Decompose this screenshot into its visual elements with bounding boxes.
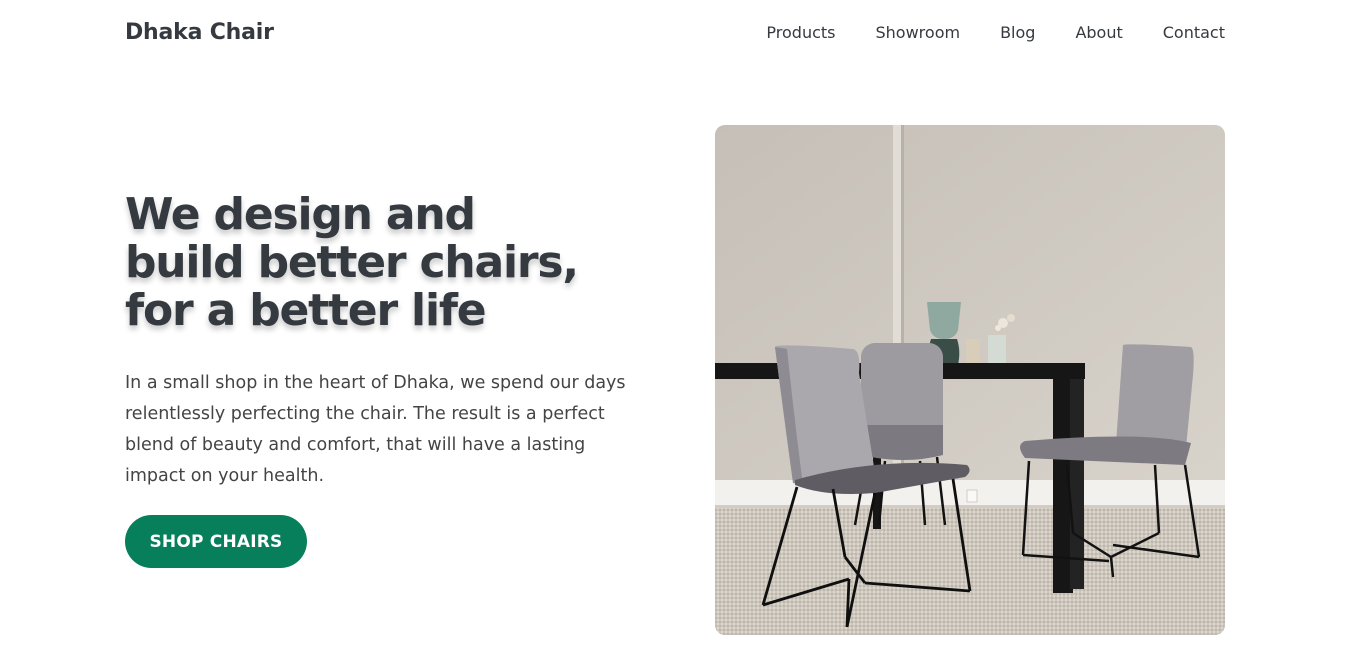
nav-link-products[interactable]: Products	[766, 23, 835, 42]
main-nav: Products Showroom Blog About Contact	[766, 23, 1225, 42]
hero-image	[715, 125, 1225, 635]
nav-link-blog[interactable]: Blog	[1000, 23, 1035, 42]
shop-chairs-button[interactable]: SHOP CHAIRS	[125, 515, 307, 568]
nav-link-contact[interactable]: Contact	[1163, 23, 1225, 42]
nav-link-about[interactable]: About	[1075, 23, 1122, 42]
nav-link-showroom[interactable]: Showroom	[876, 23, 961, 42]
site-logo[interactable]: Dhaka Chair	[125, 20, 274, 45]
hero-description: In a small shop in the heart of Dhaka, w…	[125, 373, 626, 486]
hero-title: We design and build better chairs, for a…	[125, 189, 579, 336]
landing-page: Dhaka Chair Products Showroom Blog About…	[0, 0, 1347, 654]
site-header: Dhaka Chair Products Showroom Blog About…	[125, 0, 1225, 64]
